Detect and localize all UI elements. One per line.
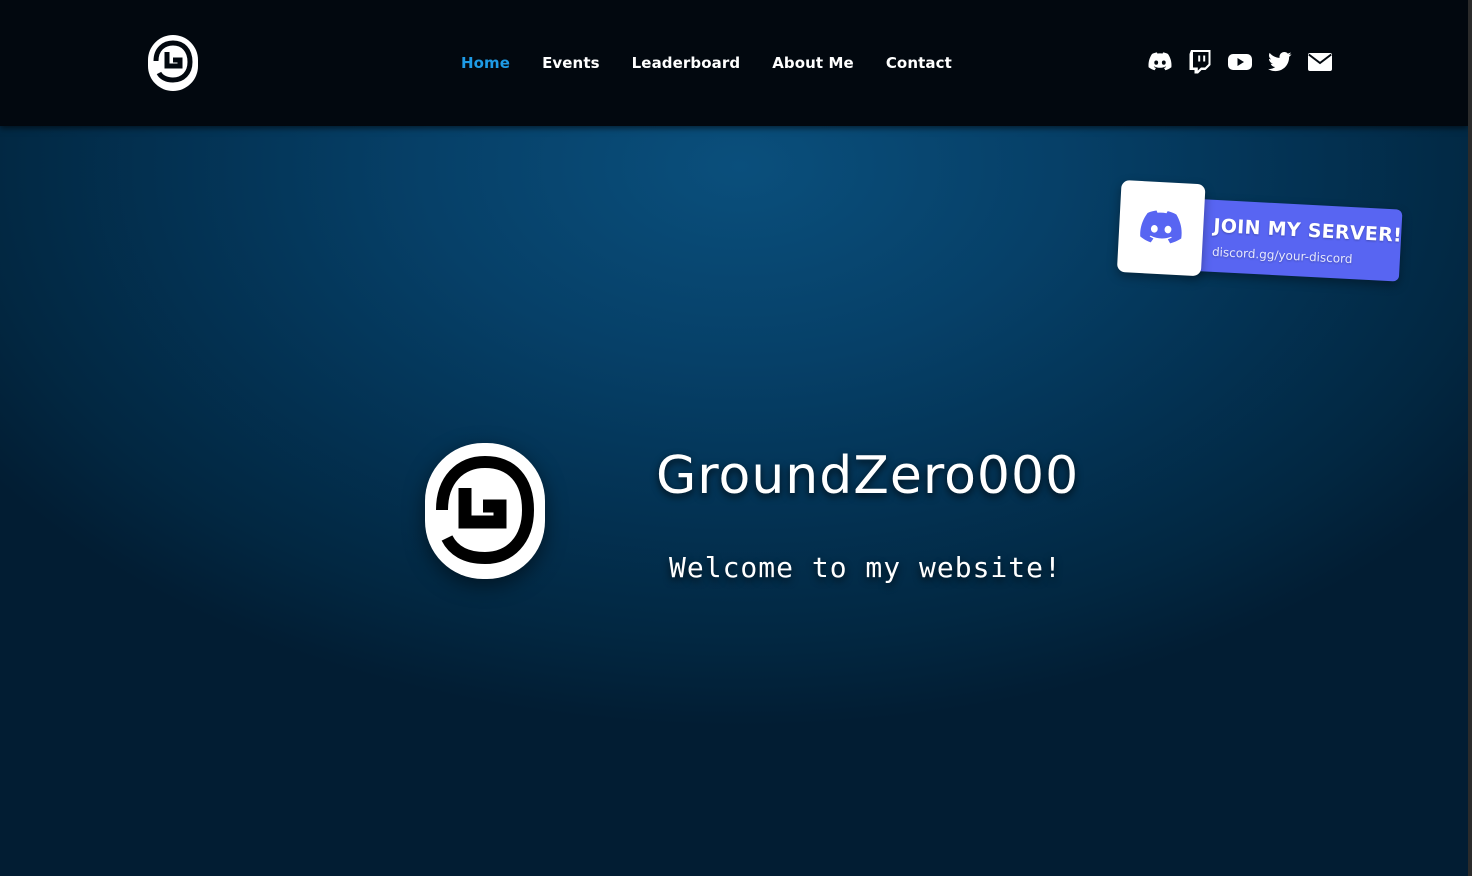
site-header: Home Events Leaderboard About Me Contact xyxy=(0,0,1468,126)
twitter-link-button[interactable] xyxy=(1268,50,1292,74)
discord-join-widget[interactable]: JOIN MY SERVER! discord.gg/your-discord xyxy=(1116,179,1411,295)
youtube-icon xyxy=(1228,54,1252,70)
hero-logo xyxy=(420,440,550,582)
hero-title: GroundZero000 xyxy=(656,446,1080,506)
nav-about-me[interactable]: About Me xyxy=(772,54,854,72)
nav-contact[interactable]: Contact xyxy=(886,54,952,72)
page: Home Events Leaderboard About Me Contact xyxy=(0,0,1472,876)
discord-icon-box xyxy=(1116,179,1206,277)
swirl-logo-icon xyxy=(148,35,198,91)
email-icon xyxy=(1308,53,1332,71)
nav-leaderboard[interactable]: Leaderboard xyxy=(632,54,741,72)
email-link-button[interactable] xyxy=(1308,50,1332,74)
hero-subtitle: Welcome to my website! xyxy=(669,551,1062,584)
discord-icon xyxy=(1148,52,1172,71)
twitch-icon xyxy=(1189,50,1211,74)
twitch-link-button[interactable] xyxy=(1188,50,1212,74)
main-nav: Home Events Leaderboard About Me Contact xyxy=(461,52,952,74)
swirl-logo-icon xyxy=(425,443,545,579)
scrollbar-edge xyxy=(1468,0,1472,876)
discord-link-button[interactable] xyxy=(1148,50,1172,74)
nav-home[interactable]: Home xyxy=(461,54,510,72)
nav-events[interactable]: Events xyxy=(542,54,600,72)
twitter-icon xyxy=(1268,52,1292,72)
discord-icon xyxy=(1140,210,1182,244)
site-logo[interactable] xyxy=(146,33,200,93)
youtube-link-button[interactable] xyxy=(1228,50,1252,74)
social-links xyxy=(1148,50,1332,74)
